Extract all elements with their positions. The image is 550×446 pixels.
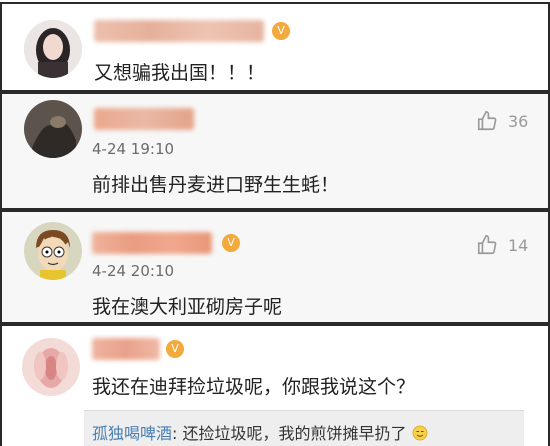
comment-card-4: V 我还在迪拜捡垃圾呢，你跟我说这个？ 孤独喝啤酒: 还捡垃圾呢，我的煎饼摊早扔… (0, 324, 550, 446)
thumbs-up-icon (477, 111, 497, 131)
vip-badge-icon: V (222, 234, 240, 252)
comment-card-2: 4-24 19:10 36 前排出售丹麦进口野生生蚝！ (0, 92, 550, 210)
comment-card-3: V 4-24 20:10 14 我在澳大利亚砌房子呢 (0, 210, 550, 324)
comment-text: 我还在迪拜捡垃圾呢，你跟我说这个？ (92, 376, 416, 398)
comment-time: 4-24 19:10 (92, 140, 175, 158)
reply-line: 孤独喝啤酒: 还捡垃圾呢，我的煎饼摊早扔了 (92, 420, 428, 444)
username-blurred[interactable] (94, 20, 264, 42)
reply-separator: : (172, 424, 183, 443)
like-button[interactable]: 14 (476, 234, 528, 256)
reply-username-link[interactable]: 孤独喝啤酒 (92, 424, 172, 443)
reply-preview[interactable]: 孤独喝啤酒: 还捡垃圾呢，我的煎饼摊早扔了 (84, 410, 524, 446)
avatar-icon[interactable] (24, 20, 82, 78)
avatar-icon[interactable] (22, 338, 80, 396)
username-blurred[interactable] (92, 338, 160, 360)
comment-card-1: V 又想骗我出国！！！ (0, 2, 550, 92)
comment-text: 又想骗我出国！！！ (94, 62, 266, 84)
thumbs-up-icon (477, 235, 497, 255)
vip-badge-icon: V (166, 340, 184, 358)
like-button[interactable]: 36 (476, 110, 528, 132)
username-blurred[interactable] (92, 232, 212, 254)
avatar-icon[interactable] (24, 100, 82, 158)
like-count: 36 (508, 111, 529, 131)
reply-text: 还捡垃圾呢，我的煎饼摊早扔了 (182, 424, 407, 443)
username-blurred[interactable] (94, 108, 194, 130)
comment-time: 4-24 20:10 (92, 262, 175, 280)
like-count: 14 (508, 235, 529, 255)
sly-smile-emoji-icon (412, 425, 428, 441)
vip-badge-icon: V (272, 22, 290, 40)
comment-text: 前排出售丹麦进口野生生蚝！ (92, 174, 340, 196)
avatar-icon[interactable] (24, 222, 82, 280)
comment-text: 我在澳大利亚砌房子呢 (92, 296, 283, 318)
